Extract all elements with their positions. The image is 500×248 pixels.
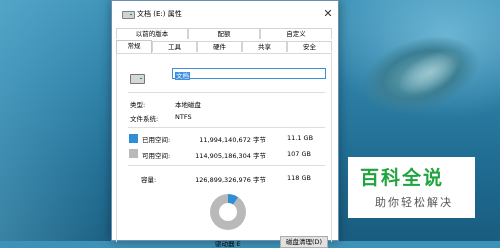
filesystem-label: 文件系统: [130,115,159,123]
divider [128,92,325,93]
tab-general[interactable]: 常规 [116,40,152,53]
window-title: 文档 (E:) 属性 [137,10,182,18]
free-space-swatch [129,149,138,158]
desktop-light [0,0,120,241]
free-space-bytes: 114,905,186,304 字节 [195,152,266,160]
general-panel: 文档 类型: 本地磁盘 文件系统: NTFS 已用空间: 11,994,140,… [116,53,332,248]
tab-hardware[interactable]: 硬件 [197,41,242,52]
capacity-label: 容量: [141,176,157,184]
used-space-bytes: 11,994,140,672 字节 [199,136,266,144]
divider [128,127,325,128]
capacity-size: 118 GB [287,174,311,182]
used-space-label: 已用空间: [142,136,171,144]
tab-quota[interactable]: 配额 [188,28,260,39]
free-space-size: 107 GB [287,150,311,158]
drive-icon [130,74,145,84]
free-space-label: 可用空间: [142,152,171,160]
tab-previous-versions[interactable]: 以前的版本 [116,28,188,39]
drive-name-input[interactable]: 文档 [172,68,326,80]
title-bar[interactable]: 文档 (E:) 属性 ✕ [112,1,338,27]
drive-letter-label: 驱动器 E [215,240,241,248]
drive-icon [122,11,135,19]
drive-name-value: 文档 [175,72,190,80]
watermark-title: 百科全说 [360,167,445,189]
watermark-logo: 百科全说 助你轻松解决 [348,157,475,218]
properties-dialog: 文档 (E:) 属性 ✕ 以前的版本 配额 自定义 常规 工具 硬件 共享 安全… [111,0,339,248]
type-label: 类型: [130,101,146,109]
close-button[interactable]: ✕ [322,8,334,20]
tab-security[interactable]: 安全 [287,41,332,52]
capacity-bytes: 126,899,326,976 字节 [195,176,266,184]
type-value: 本地磁盘 [175,101,201,109]
tab-sharing[interactable]: 共享 [242,41,287,52]
watermark-subtitle: 助你轻松解决 [375,196,453,209]
filesystem-value: NTFS [175,113,192,121]
tab-tools[interactable]: 工具 [152,41,197,52]
donut-hole [219,203,237,221]
used-space-size: 11.1 GB [287,134,314,142]
divider [128,165,325,166]
tab-customize[interactable]: 自定义 [260,28,332,39]
disk-cleanup-button[interactable]: 磁盘清理(D) [280,236,328,248]
tab-row-top: 以前的版本 配额 自定义 [116,28,332,39]
tab-row-bottom: 常规 工具 硬件 共享 安全 [116,40,332,53]
used-space-swatch [129,134,138,143]
